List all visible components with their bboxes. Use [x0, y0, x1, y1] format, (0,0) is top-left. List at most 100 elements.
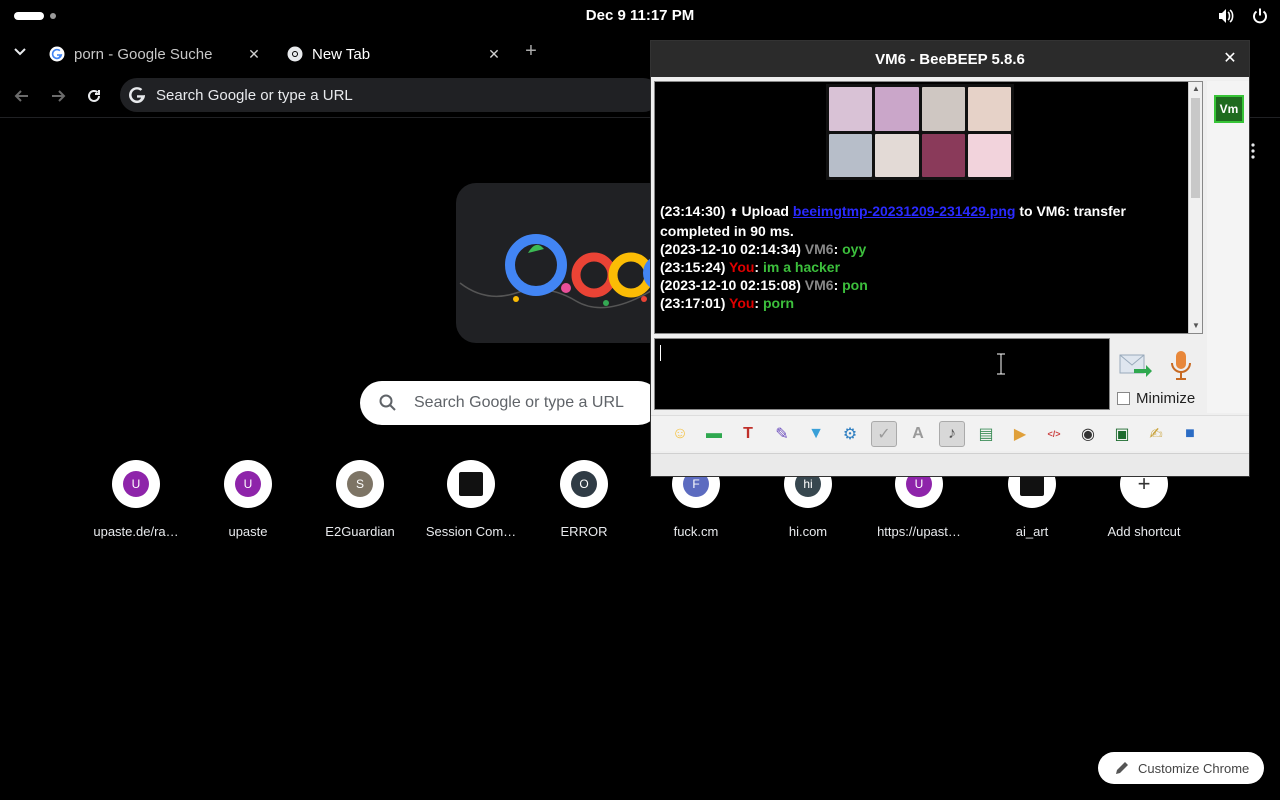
folder-share-icon[interactable]: ▶	[1007, 421, 1033, 447]
search-icon	[379, 394, 396, 411]
shortcut-tile[interactable]: Uupaste	[192, 458, 304, 562]
shortcut-label: E2Guardian	[325, 524, 395, 539]
settings-icon[interactable]: ⚙	[837, 421, 863, 447]
message-time: (2023-12-10 02:14:34)	[660, 241, 801, 257]
minimize-checkbox[interactable]: Minimize	[1117, 390, 1195, 407]
close-tab-icon[interactable]: ✕	[244, 44, 264, 64]
address-bar-placeholder: Search Google or type a URL	[156, 86, 353, 104]
shortcut-label: https://upast…	[877, 524, 961, 539]
screenshot-icon[interactable]: ◉	[1075, 421, 1101, 447]
beebeep-title-bar[interactable]: VM6 - BeeBEEP 5.8.6 ✕	[651, 41, 1249, 77]
new-tab-button[interactable]: +	[520, 40, 542, 62]
system-clock[interactable]: Dec 9 11:17 PM	[0, 7, 1280, 24]
shortcut-tile[interactable]: O ERROR	[528, 458, 640, 562]
power-icon[interactable]	[1250, 6, 1270, 26]
google-icon	[48, 45, 66, 63]
message-sender: VM6	[804, 277, 834, 293]
text-caret	[660, 345, 661, 361]
shortcut-icon: S	[336, 460, 384, 508]
google-icon	[129, 87, 146, 104]
chat-history: (23:14:30) ⬆ Upload beeimgtmp-20231209-2…	[654, 81, 1203, 334]
tab-search-dropdown[interactable]	[8, 42, 32, 62]
customize-chrome-label: Customize Chrome	[1138, 760, 1250, 776]
send-file-icon[interactable]: ▤	[973, 421, 999, 447]
filter-icon[interactable]: ▼	[803, 421, 829, 447]
emoji-icon[interactable]: ☺	[667, 421, 693, 447]
message-sender: VM6	[804, 241, 834, 257]
text-cursor-icon	[997, 353, 1005, 375]
status-bar	[651, 453, 1249, 476]
message-time: (23:17:01)	[660, 295, 726, 311]
microphone-icon	[1171, 351, 1191, 380]
user-avatar[interactable]: Vm	[1214, 95, 1244, 123]
message-input[interactable]	[654, 338, 1110, 410]
shortcut-label: hi.com	[788, 524, 828, 539]
chrome-icon	[286, 45, 304, 63]
message-time: (23:15:24)	[660, 259, 726, 275]
forward-button[interactable]	[46, 84, 70, 108]
spellcheck-icon[interactable]: ✓	[871, 420, 897, 447]
font-icon[interactable]: T	[735, 421, 761, 447]
beebeep-window: VM6 - BeeBEEP 5.8.6 ✕ (23:14:30) ⬆ Uploa…	[650, 40, 1250, 477]
arrow-right-icon	[52, 90, 66, 102]
chat-message: (2023-12-10 02:15:08) VM6: pon	[660, 277, 868, 293]
customize-chrome-button[interactable]: Customize Chrome	[1098, 752, 1264, 784]
terminal-icon[interactable]: ▣	[1109, 421, 1135, 447]
message-sender: You	[729, 259, 755, 275]
chat-message: (2023-12-10 02:14:34) VM6: oyy	[660, 241, 867, 257]
scroll-down-icon[interactable]: ▼	[1189, 319, 1202, 333]
pencil-icon	[1116, 762, 1128, 774]
chat-scrollbar[interactable]: ▲ ▼	[1188, 82, 1202, 333]
shortcut-tile[interactable]: Session Com…	[415, 458, 527, 562]
notes-icon[interactable]: ✍	[1143, 421, 1169, 447]
reload-button[interactable]	[82, 84, 106, 108]
chat-message: (23:17:01) You: porn	[660, 295, 795, 311]
chat-message: (23:15:24) You: im a hacker	[660, 259, 841, 275]
checkbox[interactable]	[1117, 392, 1130, 405]
shortcut-label: Add shortcut	[1107, 524, 1181, 539]
message-text: oyy	[842, 241, 867, 257]
chat-message: (23:14:30) ⬆ Upload beeimgtmp-20231209-2…	[660, 202, 1180, 240]
address-bar[interactable]: Search Google or type a URL	[120, 78, 660, 112]
tab-title: New Tab	[312, 45, 371, 63]
arrow-left-icon	[14, 90, 28, 102]
shortcut-favicon: U	[123, 471, 149, 497]
bee-icon[interactable]: ▬	[701, 421, 727, 447]
more-menu-icon[interactable]	[1250, 143, 1256, 159]
close-tab-icon[interactable]: ✕	[484, 44, 504, 64]
message-text: porn	[762, 295, 795, 311]
shortcut-tile[interactable]: S E2Guardian	[304, 458, 416, 562]
shortcut-label: upaste.de/ra…	[93, 524, 179, 539]
message-time: (23:14:30)	[660, 203, 726, 219]
back-button[interactable]	[10, 84, 34, 108]
voice-message-button[interactable]	[1167, 349, 1195, 381]
shortcut-icon	[447, 460, 495, 508]
message-text: Upload	[741, 203, 793, 219]
send-button[interactable]	[1118, 351, 1152, 381]
html-icon[interactable]: </>	[1041, 421, 1067, 447]
music-note-icon[interactable]: ♪	[939, 420, 965, 447]
chevron-down-icon	[14, 48, 26, 56]
window-title: VM6 - BeeBEEP 5.8.6	[875, 50, 1025, 68]
shortcut-favicon: S	[347, 471, 373, 497]
shortcut-favicon: U	[235, 471, 261, 497]
file-link[interactable]: beeimgtmp-20231209-231429.png	[793, 203, 1016, 219]
scroll-thumb[interactable]	[1191, 98, 1200, 198]
shortcut-tile[interactable]: Uupaste.de/ra…	[80, 458, 192, 562]
shortcut-label: ERROR	[560, 524, 608, 539]
tab-google-search[interactable]: porn - Google Suche ✕	[48, 36, 264, 72]
scroll-up-icon[interactable]: ▲	[1189, 82, 1202, 96]
message-text: pon	[842, 277, 868, 293]
save-icon[interactable]: ■	[1177, 421, 1203, 447]
shortcut-favicon: O	[571, 471, 597, 497]
google-doodle[interactable]	[456, 183, 676, 343]
ntp-search-box[interactable]: Search Google or type a URL	[360, 381, 660, 425]
text-completion-icon[interactable]: A	[905, 421, 931, 447]
color-palette-icon[interactable]: ✎	[769, 421, 795, 447]
volume-icon[interactable]	[1216, 6, 1236, 26]
user-panel: Vm	[1207, 81, 1249, 413]
close-icon[interactable]: ✕	[1221, 50, 1239, 68]
tab-title: porn - Google Suche	[74, 45, 213, 63]
shared-image-thumbnail[interactable]	[826, 84, 1014, 180]
tab-new-tab[interactable]: New Tab ✕	[286, 36, 504, 72]
